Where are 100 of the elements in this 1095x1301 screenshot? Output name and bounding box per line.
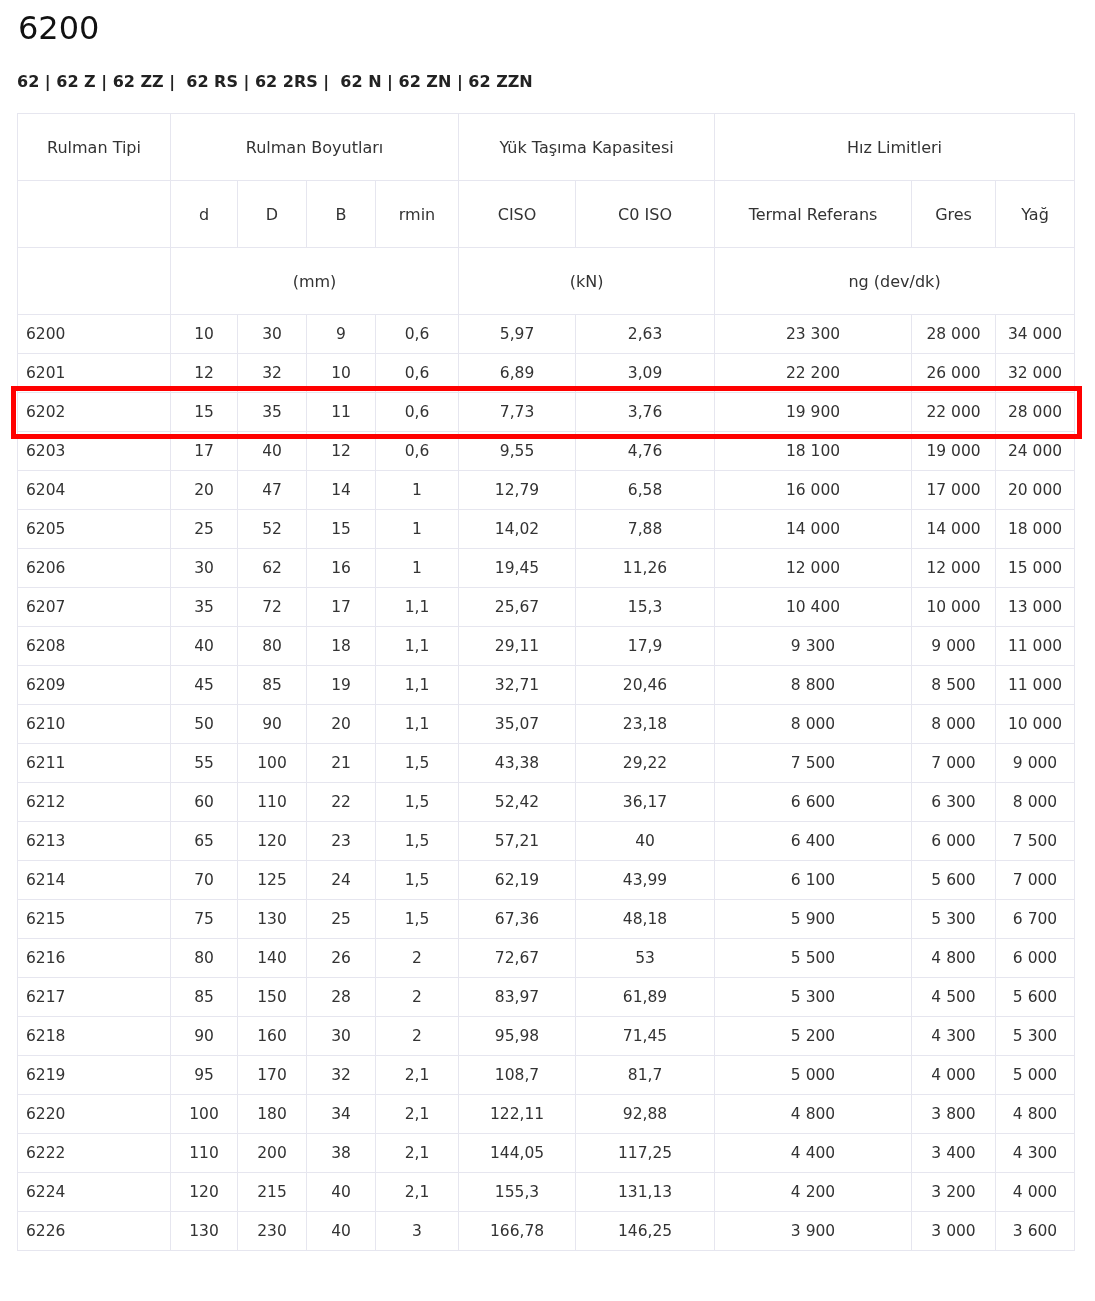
table-cell: 52	[237, 509, 307, 549]
table-cell: 3 000	[911, 1211, 996, 1251]
table-cell: 40	[170, 626, 238, 666]
table-cell: 90	[237, 704, 307, 744]
table-cell: 2,1	[375, 1055, 459, 1095]
table-cell: 4 200	[714, 1172, 912, 1212]
table-cell: 32,71	[458, 665, 576, 705]
table-cell: 38	[306, 1133, 376, 1173]
table-cell: 6204	[17, 470, 171, 510]
table-cell: 36,17	[575, 782, 715, 822]
table-cell: 32	[306, 1055, 376, 1095]
table-cell: 4 300	[911, 1016, 996, 1056]
table-cell: 8 800	[714, 665, 912, 705]
table-cell: 17	[306, 587, 376, 627]
table-cell: 122,11	[458, 1094, 576, 1134]
table-cell: 1,1	[375, 704, 459, 744]
table-cell: 23,18	[575, 704, 715, 744]
table-cell: 12 000	[911, 548, 996, 588]
table-cell: 2,1	[375, 1094, 459, 1134]
table-cell: 10	[306, 353, 376, 393]
table-cell: 6226	[17, 1211, 171, 1251]
table-cell: 14 000	[714, 509, 912, 549]
table-cell: 95,98	[458, 1016, 576, 1056]
table-cell: 45	[170, 665, 238, 705]
table-cell: 131,13	[575, 1172, 715, 1212]
table-cell: 6216	[17, 938, 171, 978]
table-cell: 4 400	[714, 1133, 912, 1173]
table-cell: 3 400	[911, 1133, 996, 1173]
table-cell: 6211	[17, 743, 171, 783]
table-cell: 20	[306, 704, 376, 744]
table-cell: 11 000	[995, 665, 1075, 705]
table-cell: 92,88	[575, 1094, 715, 1134]
unit-cell: ng (dev/dk)	[714, 247, 1075, 315]
table-cell: 4 800	[911, 938, 996, 978]
table-cell: 6207	[17, 587, 171, 627]
table-cell: 108,7	[458, 1055, 576, 1095]
table-cell: 95	[170, 1055, 238, 1095]
table-cell: 6200	[17, 314, 171, 354]
table-cell: 5 600	[995, 977, 1075, 1017]
table-cell: 6,58	[575, 470, 715, 510]
table-cell: 11,26	[575, 548, 715, 588]
group-header-cell: Hız Limitleri	[714, 113, 1075, 181]
table-cell: 15,3	[575, 587, 715, 627]
table-cell: 7 000	[911, 743, 996, 783]
table-cell: 12,79	[458, 470, 576, 510]
table-cell: 5 200	[714, 1016, 912, 1056]
table-cell: 5 600	[911, 860, 996, 900]
table-cell: 18 100	[714, 431, 912, 471]
table-cell: 14	[306, 470, 376, 510]
table-cell: 6219	[17, 1055, 171, 1095]
table-cell: 3,09	[575, 353, 715, 393]
table-cell: 230	[237, 1211, 307, 1251]
table-cell: 1,5	[375, 782, 459, 822]
table-cell: 25	[306, 899, 376, 939]
table-cell: 6205	[17, 509, 171, 549]
table-cell: 35	[237, 392, 307, 432]
series-links[interactable]: 62 | 62 Z | 62 ZZ | 62 RS | 62 2RS | 62 N | 62 ZN | 62 ZZN	[17, 72, 1074, 91]
column-header-cell: CISO	[458, 180, 576, 248]
column-header-cell: d	[170, 180, 238, 248]
table-cell: 12 000	[714, 548, 912, 588]
column-header-cell: C0 ISO	[575, 180, 715, 248]
table-cell: 6 000	[911, 821, 996, 861]
table-cell: 6 300	[911, 782, 996, 822]
table-cell: 55	[170, 743, 238, 783]
column-header-cell: B	[306, 180, 376, 248]
table-cell: 120	[170, 1172, 238, 1212]
table-cell: 110	[237, 782, 307, 822]
table-cell: 14 000	[911, 509, 996, 549]
table-cell: 180	[237, 1094, 307, 1134]
table-cell: 200	[237, 1133, 307, 1173]
table-cell: 85	[237, 665, 307, 705]
table-cell: 25	[170, 509, 238, 549]
table-cell: 8 000	[911, 704, 996, 744]
table-cell: 9 300	[714, 626, 912, 666]
table-cell: 1,5	[375, 743, 459, 783]
table-cell: 15 000	[995, 548, 1075, 588]
table-cell: 6 000	[995, 938, 1075, 978]
table-cell: 35	[170, 587, 238, 627]
table-cell: 12	[306, 431, 376, 471]
table-cell: 7,73	[458, 392, 576, 432]
column-header-cell: rmin	[375, 180, 459, 248]
table-cell: 43,38	[458, 743, 576, 783]
group-header-cell: Yük Taşıma Kapasitesi	[458, 113, 715, 181]
table-cell: 16	[306, 548, 376, 588]
table-cell: 6,89	[458, 353, 576, 393]
table-cell: 2,1	[375, 1133, 459, 1173]
table-cell: 70	[170, 860, 238, 900]
group-header-cell: Rulman Boyutları	[170, 113, 459, 181]
table-cell: 2	[375, 977, 459, 1017]
table-cell: 19 900	[714, 392, 912, 432]
table-cell: 166,78	[458, 1211, 576, 1251]
table-cell: 5,97	[458, 314, 576, 354]
table-cell: 2,1	[375, 1172, 459, 1212]
table-cell: 24 000	[995, 431, 1075, 471]
table-cell: 57,21	[458, 821, 576, 861]
table-cell: 6 600	[714, 782, 912, 822]
table-cell: 22	[306, 782, 376, 822]
table-cell: 1,1	[375, 665, 459, 705]
table-cell: 61,89	[575, 977, 715, 1017]
table-cell: 7,88	[575, 509, 715, 549]
